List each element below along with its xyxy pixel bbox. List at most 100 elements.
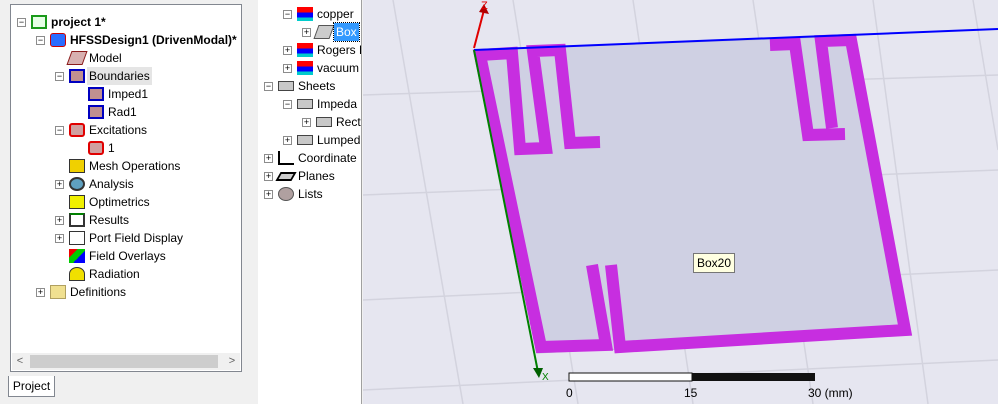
- collapse-icon[interactable]: −: [55, 126, 64, 135]
- sheet-icon: [297, 99, 313, 109]
- folder-icon: [50, 285, 66, 299]
- excitations-icon: [69, 123, 85, 137]
- tab-project[interactable]: Project: [8, 376, 55, 397]
- scroll-left-icon[interactable]: <: [12, 353, 28, 370]
- tree-item-lists[interactable]: + Lists: [258, 185, 361, 203]
- expand-icon[interactable]: +: [55, 216, 64, 225]
- boundary-icon: [88, 105, 104, 119]
- tree-item-project-1[interactable]: − project 1*: [11, 13, 241, 31]
- material-icon: [297, 7, 313, 21]
- tree-item-label: Box: [333, 22, 360, 42]
- tree-item-rogers-r[interactable]: + Rogers R: [258, 41, 361, 59]
- boundaries-icon: [69, 69, 85, 83]
- analysis-icon: [69, 177, 85, 191]
- tree-item-vacuum[interactable]: + vacuum: [258, 59, 361, 77]
- tree-item-label: 1: [108, 141, 115, 155]
- project-tree[interactable]: < > − project 1* − HFSSDesign1 (DrivenModal…: [10, 4, 242, 372]
- planes-icon: [275, 172, 297, 181]
- model-canvas[interactable]: Z X: [363, 0, 998, 404]
- tree-item-copper[interactable]: − copper: [258, 5, 361, 23]
- tree-item-analysis[interactable]: + Analysis: [11, 175, 241, 193]
- tree-item-label: Mesh Operations: [89, 159, 181, 173]
- results-icon: [69, 213, 85, 227]
- tree-item-mesh-operations[interactable]: Mesh Operations: [11, 157, 241, 175]
- tree-item-optimetrics[interactable]: Optimetrics: [11, 193, 241, 211]
- tree-item-definitions[interactable]: + Definitions: [11, 283, 241, 301]
- tree-item-port-field-display[interactable]: + Port Field Display: [11, 229, 241, 247]
- tree-item-label: Radiation: [89, 267, 140, 281]
- expand-icon[interactable]: +: [264, 190, 273, 199]
- collapse-icon[interactable]: −: [283, 100, 292, 109]
- tree-item-label: Optimetrics: [89, 195, 150, 209]
- collapse-icon[interactable]: −: [264, 82, 273, 91]
- expand-icon[interactable]: +: [55, 180, 64, 189]
- scrollbar-thumb[interactable]: [30, 355, 218, 368]
- tree-item-lumped[interactable]: + Lumped: [258, 131, 361, 149]
- collapse-icon[interactable]: −: [36, 36, 45, 45]
- scale-label-15: 15: [684, 386, 698, 400]
- coordinate-icon: [278, 151, 294, 165]
- axis-x-label: X: [542, 372, 549, 383]
- tree-item-label: Rect: [336, 115, 361, 129]
- expand-icon[interactable]: +: [36, 288, 45, 297]
- model-tree[interactable]: −copper+Box+Rogers R+vacuum−Sheets−Imped…: [258, 0, 362, 404]
- model-icon: [66, 51, 88, 65]
- tree-item-coordinate[interactable]: + Coordinate: [258, 149, 361, 167]
- tree-item-boundaries[interactable]: − Boundaries: [11, 67, 241, 85]
- collapse-icon[interactable]: −: [17, 18, 26, 27]
- tree-item-label: Impeda: [317, 97, 358, 111]
- tree-item-planes[interactable]: + Planes: [258, 167, 361, 185]
- tree-item-label: Results: [89, 213, 130, 227]
- tree-item-hfssdesign1-drivenmodal[interactable]: − HFSSDesign1 (DrivenModal)*: [11, 31, 241, 49]
- tree-item-sheets[interactable]: − Sheets: [258, 77, 361, 95]
- tree-item-label: Lumped: [317, 133, 361, 147]
- expand-icon[interactable]: +: [283, 46, 292, 55]
- tree-item-1[interactable]: 1: [11, 139, 241, 157]
- scroll-right-icon[interactable]: >: [224, 353, 240, 370]
- axis-z-label: Z: [481, 0, 488, 12]
- collapse-icon[interactable]: −: [55, 72, 64, 81]
- tree-item-impeda[interactable]: − Impeda: [258, 95, 361, 113]
- port-field-icon: [69, 231, 85, 245]
- tree-item-results[interactable]: + Results: [11, 211, 241, 229]
- box-icon: [313, 25, 335, 39]
- tree-item-label: project 1*: [51, 15, 106, 29]
- expand-icon[interactable]: +: [55, 234, 64, 243]
- tree-item-imped1[interactable]: Imped1: [11, 85, 241, 103]
- expand-icon[interactable]: +: [283, 136, 292, 145]
- tree-item-label: Imped1: [108, 87, 149, 101]
- lists-icon: [278, 187, 294, 201]
- material-icon: [297, 43, 313, 57]
- scale-bar-black: [692, 373, 815, 381]
- expand-icon[interactable]: +: [264, 172, 273, 181]
- tree-item-rect[interactable]: + Rect: [258, 113, 361, 131]
- collapse-icon[interactable]: −: [283, 10, 292, 19]
- tree-item-label: Port Field Display: [89, 231, 184, 245]
- tree-item-radiation[interactable]: Radiation: [11, 265, 241, 283]
- tree-item-label: Rogers R: [317, 43, 361, 57]
- sheet-icon: [278, 81, 294, 91]
- horizontal-scrollbar[interactable]: < >: [12, 353, 240, 370]
- tree-item-label: Rad1: [108, 105, 137, 119]
- tree-item-label: copper: [317, 7, 354, 21]
- tree-item-field-overlays[interactable]: Field Overlays: [11, 247, 241, 265]
- tree-item-model[interactable]: Model: [11, 49, 241, 67]
- scale-label-0: 0: [566, 386, 573, 400]
- scale-label-30: 30 (mm): [808, 386, 853, 400]
- 3d-modeler-viewport[interactable]: Z X Box20 0 15 30 (mm): [363, 0, 998, 404]
- expand-icon[interactable]: +: [283, 64, 292, 73]
- sheet-icon: [316, 117, 332, 127]
- tree-item-label: Analysis: [89, 177, 134, 191]
- optimetrics-icon: [69, 195, 85, 209]
- scale-bar-white: [568, 372, 693, 382]
- tree-item-label: Field Overlays: [89, 249, 166, 263]
- boundary-icon: [88, 87, 104, 101]
- expand-icon[interactable]: +: [302, 118, 311, 127]
- expand-icon[interactable]: +: [302, 28, 311, 37]
- tree-item-box[interactable]: + Box: [258, 22, 361, 42]
- tree-item-label: Lists: [298, 187, 323, 201]
- tree-item-rad1[interactable]: Rad1: [11, 103, 241, 121]
- expand-icon[interactable]: +: [264, 154, 273, 163]
- panel-splitter[interactable]: [250, 0, 258, 404]
- tree-item-excitations[interactable]: − Excitations: [11, 121, 241, 139]
